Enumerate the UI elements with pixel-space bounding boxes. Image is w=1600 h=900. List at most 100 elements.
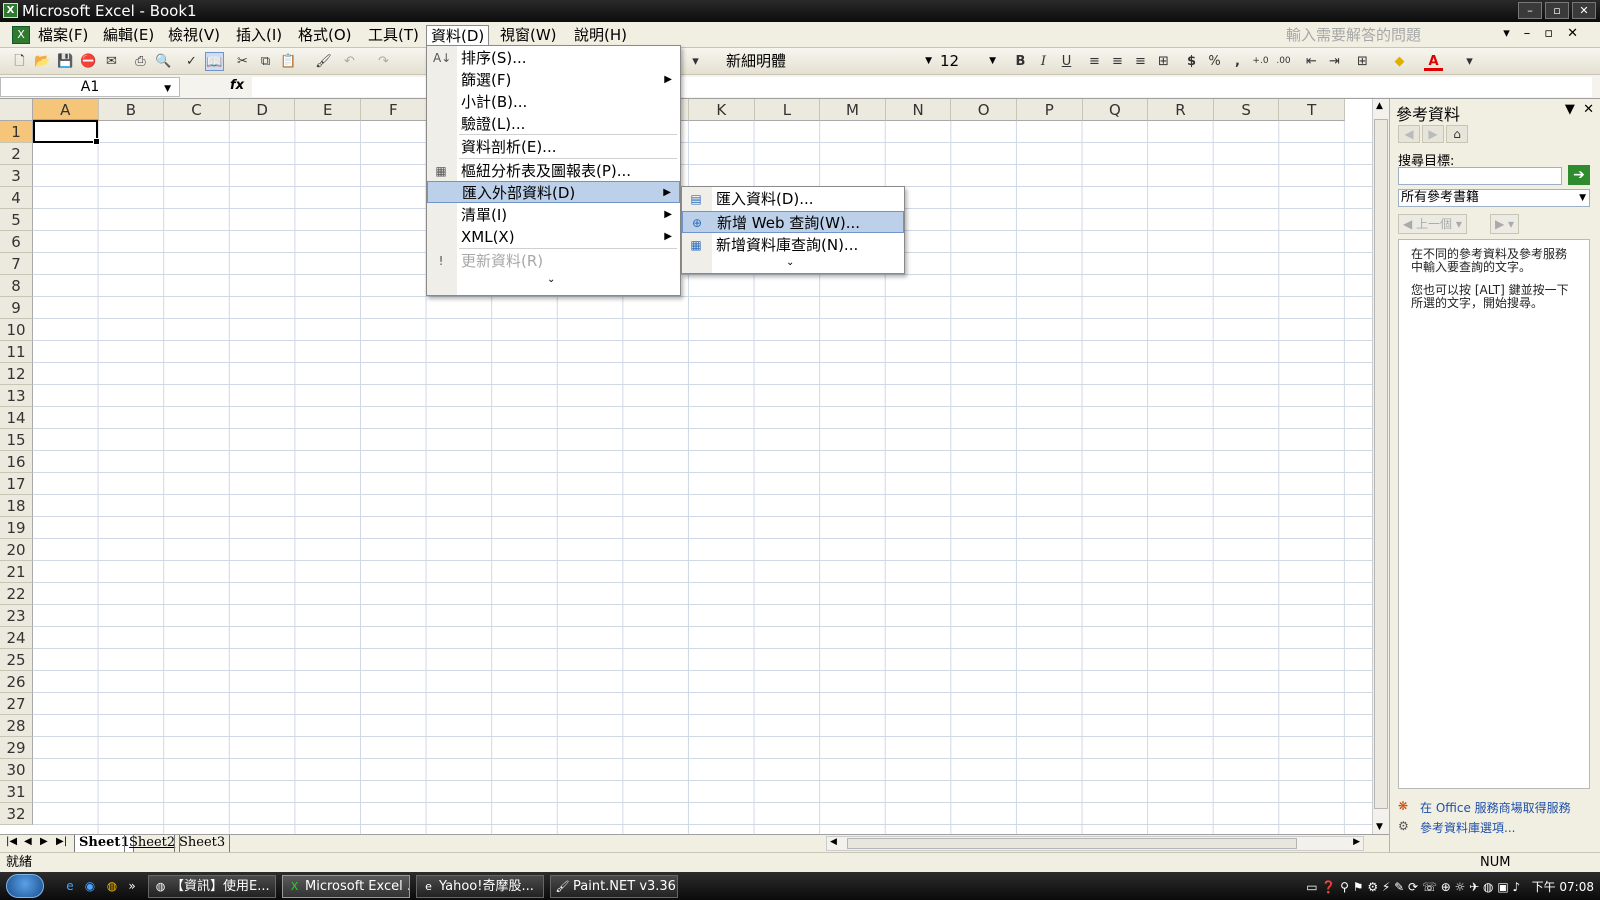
row-header-4[interactable]: 4	[0, 187, 33, 209]
menu-view[interactable]: 檢視(V)	[164, 25, 224, 45]
column-header-c[interactable]: C	[164, 99, 230, 121]
column-header-q[interactable]: Q	[1082, 99, 1149, 121]
tray-icons[interactable]: ▭ ❓ ⚲ ⚑ ⚙ ⚡ ✎ ⟳ ☏ ⊕ ☼ ✈ ◍ ▣ ♪	[1306, 880, 1520, 894]
maximize-button[interactable]: ▫	[1545, 2, 1569, 19]
align-center-icon[interactable]: ≡	[1108, 52, 1127, 71]
font-size-select[interactable]: 12 ▼	[936, 51, 1000, 72]
menu-item-new-web-query[interactable]: ⊕ 新增 Web 查詢(W)...	[682, 211, 904, 233]
row-header-23[interactable]: 23	[0, 605, 33, 627]
home-icon[interactable]: ⌂	[1446, 125, 1468, 143]
increase-decimal-icon[interactable]: +.0	[1251, 52, 1270, 71]
row-header-8[interactable]: 8	[0, 275, 33, 297]
function-icon[interactable]: fx	[230, 78, 244, 93]
research-icon[interactable]: 📖	[205, 52, 224, 71]
row-header-32[interactable]: 32	[0, 803, 33, 825]
column-header-a[interactable]: A	[33, 99, 99, 121]
comma-button[interactable]: ,	[1228, 52, 1247, 71]
menu-insert[interactable]: 插入(I)	[232, 25, 286, 45]
document-window-controls[interactable]: ▾–▫✕	[1503, 26, 1592, 41]
scroll-right-icon[interactable]: ▶	[1353, 837, 1360, 847]
start-button[interactable]	[6, 874, 44, 898]
column-header-l[interactable]: L	[754, 99, 821, 121]
align-left-icon[interactable]: ≡	[1085, 52, 1104, 71]
cut-icon[interactable]: ✂	[233, 52, 252, 71]
back-icon[interactable]: ◀	[1398, 125, 1420, 143]
close-icon[interactable]: ✕	[1583, 102, 1594, 117]
row-header-22[interactable]: 22	[0, 583, 33, 605]
row-header-7[interactable]: 7	[0, 253, 33, 275]
explorer-icon[interactable]: ◉	[82, 878, 98, 894]
pane-menu-icon[interactable]: ▼	[1565, 102, 1575, 117]
column-header-o[interactable]: O	[951, 99, 1017, 121]
menu-item-sort[interactable]: A↓ 排序(S)...	[427, 47, 680, 69]
permission-icon[interactable]: ⛔	[79, 52, 98, 71]
toolbar-options-icon[interactable]: ▾	[1460, 52, 1479, 71]
quick-launch-more-icon[interactable]: »	[124, 878, 140, 894]
column-header-p[interactable]: P	[1017, 99, 1083, 121]
font-color-icon[interactable]: A	[1424, 52, 1443, 71]
row-header-28[interactable]: 28	[0, 715, 33, 737]
taskbar-button-chrome[interactable]: ◍ 【資訊】使用E...	[148, 875, 276, 898]
column-header-m[interactable]: M	[820, 99, 886, 121]
row-header-20[interactable]: 20	[0, 539, 33, 561]
row-header-25[interactable]: 25	[0, 649, 33, 671]
open-icon[interactable]: 📂	[33, 52, 52, 71]
redo-icon[interactable]: ↷	[374, 52, 393, 71]
column-header-s[interactable]: S	[1213, 99, 1280, 121]
borders-icon[interactable]: ⊞	[1353, 52, 1372, 71]
column-header-t[interactable]: T	[1279, 99, 1345, 121]
row-header-30[interactable]: 30	[0, 759, 33, 781]
bold-button[interactable]: B	[1011, 52, 1030, 71]
column-header-b[interactable]: B	[98, 99, 165, 121]
close-button[interactable]: ✕	[1572, 2, 1596, 19]
italic-button[interactable]: I	[1034, 52, 1053, 71]
column-header-k[interactable]: K	[689, 99, 755, 121]
currency-button[interactable]: $	[1182, 52, 1201, 71]
vertical-scrollbar[interactable]: ▲ ▼	[1372, 99, 1389, 834]
go-arrow-icon[interactable]: ➔	[1568, 165, 1590, 185]
align-right-icon[interactable]: ≡	[1131, 52, 1150, 71]
column-header-f[interactable]: F	[361, 99, 427, 121]
forward-icon[interactable]: ▶	[1422, 125, 1444, 143]
row-header-17[interactable]: 17	[0, 473, 33, 495]
research-search-input[interactable]	[1398, 167, 1562, 185]
menu-file[interactable]: 檔案(F)	[34, 25, 92, 45]
taskbar-button-excel[interactable]: X Microsoft Excel ...	[282, 875, 410, 898]
scroll-left-icon[interactable]: ◀	[830, 837, 837, 847]
ie-icon[interactable]: e	[62, 878, 78, 894]
menu-item-filter[interactable]: 篩選(F) ▶	[427, 69, 680, 91]
menu-data[interactable]: 資料(D)	[426, 25, 490, 45]
help-search-box[interactable]: 輸入需要解答的問題	[1286, 25, 1496, 45]
menu-item-validation[interactable]: 驗證(L)...	[427, 113, 680, 135]
row-header-5[interactable]: 5	[0, 209, 33, 231]
column-header-n[interactable]: N	[885, 99, 952, 121]
row-header-13[interactable]: 13	[0, 385, 33, 407]
print-icon[interactable]: ⎙	[131, 52, 150, 71]
workbook-icon[interactable]: X	[12, 26, 30, 44]
paste-icon[interactable]: 📋	[279, 52, 298, 71]
research-back-button[interactable]: ◀ 上一個 ▾	[1398, 214, 1467, 234]
percent-button[interactable]: %	[1205, 52, 1224, 71]
row-header-21[interactable]: 21	[0, 561, 33, 583]
menu-item-new-database-query[interactable]: ▦ 新增資料庫查詢(N)...	[682, 234, 904, 256]
font-name-select[interactable]: 新細明體 ▼	[722, 51, 936, 72]
taskbar-button-paintnet[interactable]: 🖌 Paint.NET v3.36	[550, 875, 678, 898]
row-header-10[interactable]: 10	[0, 319, 33, 341]
taskbar-button-yahoo[interactable]: e Yahoo!奇摩股...	[416, 875, 544, 898]
menu-item-subtotal[interactable]: 小計(B)...	[427, 91, 680, 113]
new-icon[interactable]: 🗋	[10, 52, 29, 71]
menu-item-import-external-data[interactable]: 匯入外部資料(D) ▶	[427, 181, 680, 203]
menu-item-list[interactable]: 清單(I) ▶	[427, 204, 680, 226]
prev-sheet-icon[interactable]: ◀	[24, 836, 32, 847]
row-header-16[interactable]: 16	[0, 451, 33, 473]
menu-item-pivot-table[interactable]: ▦ 樞紐分析表及圖報表(P)...	[427, 160, 680, 182]
next-sheet-icon[interactable]: ▶	[40, 836, 48, 847]
row-header-27[interactable]: 27	[0, 693, 33, 715]
column-header-d[interactable]: D	[229, 99, 296, 121]
menu-tools[interactable]: 工具(T)	[364, 25, 423, 45]
scroll-thumb[interactable]	[847, 838, 1297, 849]
row-header-31[interactable]: 31	[0, 781, 33, 803]
row-header-19[interactable]: 19	[0, 517, 33, 539]
increase-indent-icon[interactable]: ⇥	[1325, 52, 1344, 71]
toolbar-options-icon[interactable]: ▾	[686, 52, 705, 71]
